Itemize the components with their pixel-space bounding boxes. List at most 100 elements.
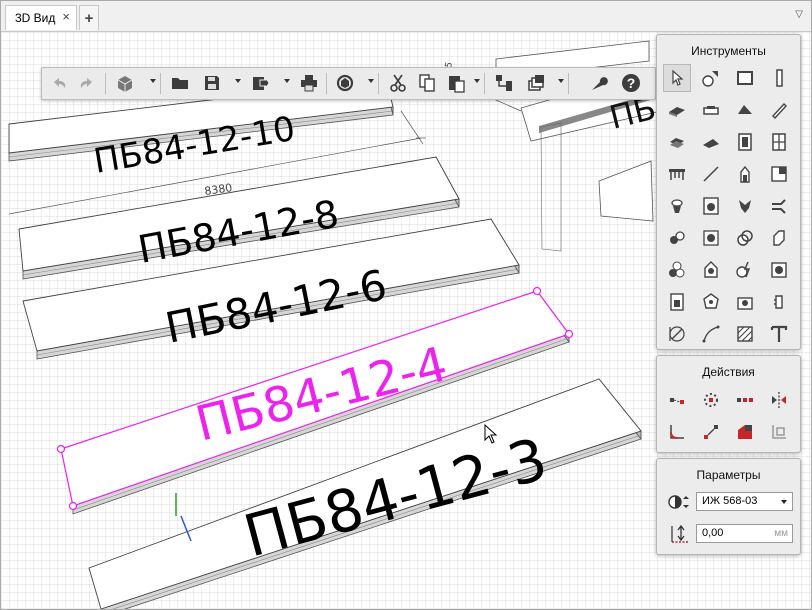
- slab-tool[interactable]: [663, 96, 691, 124]
- structure-button[interactable]: [491, 70, 517, 96]
- pipe-tool[interactable]: [765, 192, 793, 220]
- hatch-tool[interactable]: [731, 320, 759, 348]
- door-icon: [738, 133, 752, 151]
- close-tab-icon[interactable]: ×: [62, 9, 70, 24]
- connector-tool[interactable]: [765, 288, 793, 316]
- washer-tool[interactable]: [697, 192, 725, 220]
- action-array[interactable]: [731, 386, 759, 414]
- panel-tool[interactable]: [663, 288, 691, 316]
- curve-tool[interactable]: [697, 320, 725, 348]
- selection-handle[interactable]: [532, 286, 542, 296]
- opening-tool[interactable]: [765, 160, 793, 188]
- action-move[interactable]: [663, 386, 691, 414]
- lamp-tool[interactable]: [697, 256, 725, 284]
- shapes-tool[interactable]: [697, 64, 725, 92]
- action-fillet[interactable]: [663, 418, 691, 446]
- paste-dropdown-icon[interactable]: [474, 79, 480, 83]
- wall-tool[interactable]: [731, 64, 759, 92]
- socket-tool[interactable]: [765, 256, 793, 284]
- undo-button[interactable]: [46, 70, 72, 96]
- help-icon: ?: [622, 74, 640, 92]
- print-button[interactable]: [296, 70, 322, 96]
- paste-button[interactable]: [443, 70, 469, 96]
- fan-tool[interactable]: [697, 224, 725, 252]
- toilet-tool[interactable]: [663, 192, 691, 220]
- roof-tool[interactable]: [731, 96, 759, 124]
- 3d-viewport[interactable]: ПБ 8380 1195 ПБ84-12-10ПБ84-12-8ПБ84-12-…: [1, 32, 811, 609]
- tools-panel: Инструменты: [656, 34, 801, 350]
- save-icon: [205, 76, 219, 90]
- column-tool[interactable]: [765, 64, 793, 92]
- plant-tool[interactable]: [731, 192, 759, 220]
- toolbar-separator: [326, 73, 327, 94]
- open-folder-icon: [172, 78, 188, 89]
- wall-icon: [737, 71, 753, 85]
- object-tool[interactable]: [731, 160, 759, 188]
- view-cube-dropdown-icon[interactable]: [150, 79, 156, 83]
- door-tool[interactable]: [731, 128, 759, 156]
- plant-icon: [739, 200, 751, 213]
- fittings-tool[interactable]: [663, 256, 691, 284]
- offset-unit: мм: [774, 528, 788, 539]
- toilet-icon: [671, 199, 683, 213]
- cut-button[interactable]: [385, 70, 411, 96]
- action-mirror[interactable]: [765, 386, 793, 414]
- open-button[interactable]: [167, 70, 193, 96]
- save-dropdown-icon[interactable]: [235, 79, 241, 83]
- duct-tool[interactable]: [765, 224, 793, 252]
- selection-handle[interactable]: [56, 444, 66, 454]
- drops-tool[interactable]: [663, 224, 691, 252]
- export-button[interactable]: [247, 70, 273, 96]
- action-offset[interactable]: [765, 418, 793, 446]
- settings-button[interactable]: [586, 70, 612, 96]
- table-tool[interactable]: [663, 160, 691, 188]
- rotate-view-button[interactable]: [332, 70, 358, 96]
- tab-menu-icon[interactable]: ▽: [795, 9, 803, 20]
- layers-button[interactable]: [523, 70, 549, 96]
- diagonal-line-tool[interactable]: [697, 160, 725, 188]
- electric-tool[interactable]: [731, 256, 759, 284]
- cut-icon: [390, 74, 406, 92]
- rotate-dropdown-icon[interactable]: [368, 79, 374, 83]
- camera-tool[interactable]: [731, 288, 759, 316]
- sensor-tool[interactable]: [697, 288, 725, 316]
- help-button[interactable]: ?: [618, 70, 644, 96]
- select-tool[interactable]: [663, 64, 691, 92]
- layers-icon: [528, 75, 544, 91]
- offset-input[interactable]: 0,00 мм: [696, 524, 793, 543]
- window-tool[interactable]: [765, 128, 793, 156]
- selection-handle[interactable]: [564, 329, 574, 339]
- series-select[interactable]: ИЖ 568-03: [696, 492, 793, 511]
- stair-icon: [670, 138, 684, 148]
- add-tab-button[interactable]: +: [79, 5, 99, 30]
- series-icon: [668, 493, 690, 511]
- action-scale[interactable]: [697, 418, 725, 446]
- view-cube-button[interactable]: [112, 70, 138, 96]
- stair-tool[interactable]: [663, 128, 691, 156]
- structure-icon: [496, 75, 512, 91]
- tab-bar: 3D Вид × + ▽: [1, 1, 811, 32]
- slab-icon: [669, 107, 685, 117]
- action-stretch[interactable]: [731, 418, 759, 446]
- action-rotate[interactable]: [697, 386, 725, 414]
- copy-button[interactable]: [414, 70, 440, 96]
- layers-dropdown-icon[interactable]: [558, 79, 564, 83]
- offset-value: 0,00: [702, 527, 724, 539]
- ramp-tool[interactable]: [697, 128, 725, 156]
- line-tool[interactable]: [765, 96, 793, 124]
- save-button[interactable]: [199, 70, 225, 96]
- redo-button[interactable]: [74, 70, 100, 96]
- stretch-icon: [738, 425, 752, 439]
- toolbar-separator: [484, 73, 485, 94]
- beam-tool[interactable]: [697, 96, 725, 124]
- shapes-icon: [702, 71, 718, 87]
- export-dropdown-icon[interactable]: [284, 79, 290, 83]
- toolbar-separator: [160, 73, 161, 94]
- selection-handle[interactable]: [68, 501, 78, 511]
- text-tool[interactable]: [765, 320, 793, 348]
- dimension-tool[interactable]: [663, 320, 691, 348]
- coil-tool[interactable]: [731, 224, 759, 252]
- app-window: 3D Вид × + ▽ ПБ 8380 1195: [0, 0, 812, 610]
- tab-3d-view[interactable]: 3D Вид ×: [5, 5, 77, 30]
- roof-icon: [738, 105, 752, 114]
